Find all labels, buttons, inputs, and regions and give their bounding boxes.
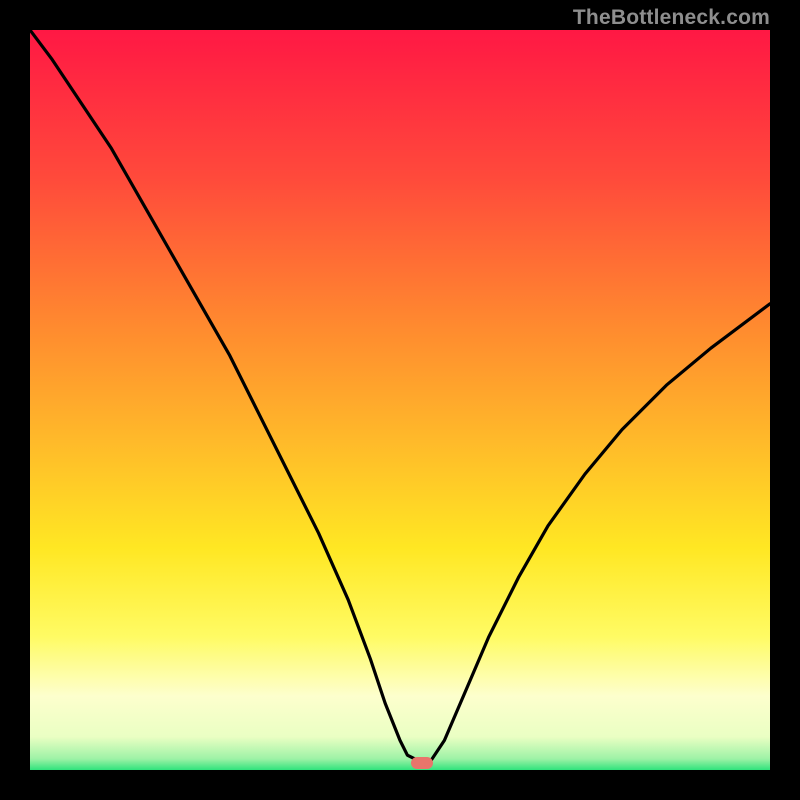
gradient-background xyxy=(30,30,770,770)
minimum-marker xyxy=(411,757,433,769)
chart-stage: TheBottleneck.com xyxy=(0,0,800,800)
watermark-text: TheBottleneck.com xyxy=(573,6,770,30)
plot-area xyxy=(30,30,770,770)
chart-svg xyxy=(30,30,770,770)
